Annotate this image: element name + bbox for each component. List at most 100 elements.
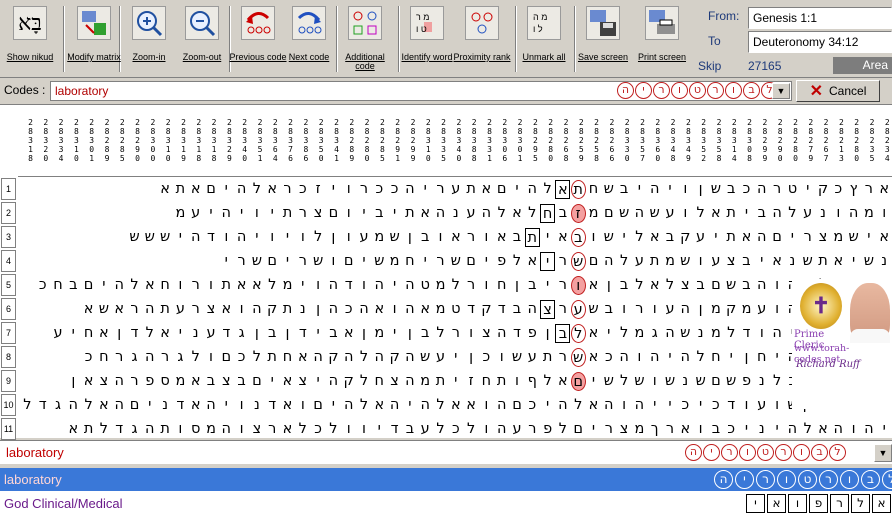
matrix-cell[interactable]: ו <box>770 300 785 319</box>
matrix-cell[interactable]: ש <box>387 228 402 247</box>
matrix-cell[interactable]: ה <box>372 276 387 295</box>
matrix-cell[interactable]: ו <box>647 300 662 319</box>
matrix-cell[interactable]: מ <box>204 420 219 439</box>
matrix-cell[interactable]: ל <box>265 276 280 295</box>
matrix-cell[interactable]: ל <box>510 252 525 271</box>
matrix-cell[interactable]: ה <box>678 300 693 319</box>
zoom-out-button[interactable]: Zoom-out <box>177 4 227 74</box>
matrix-cell[interactable]: י <box>311 372 326 391</box>
matrix-cell[interactable]: כ <box>831 180 846 199</box>
matrix-cell[interactable]: ן <box>280 324 295 343</box>
matrix-cell[interactable]: י <box>540 396 555 415</box>
matrix-cell[interactable]: ה <box>326 372 341 391</box>
matrix-cell[interactable]: מ <box>831 228 846 247</box>
matrix-cell[interactable]: ל <box>127 276 142 295</box>
matrix-cell[interactable]: א <box>280 420 295 439</box>
matrix-cell[interactable]: ם <box>510 396 525 415</box>
matrix-cell[interactable]: ל <box>632 228 647 247</box>
matrix-cell[interactable]: ע <box>693 228 708 247</box>
matrix-cell[interactable]: ל <box>464 420 479 439</box>
matrix-cell[interactable]: ע <box>754 396 769 415</box>
matrix-cell[interactable]: ב <box>617 180 632 199</box>
matrix-cell[interactable]: א <box>831 252 846 271</box>
list-item-selected[interactable]: laboratory לבורטוריה <box>0 468 892 491</box>
matrix-cell[interactable]: א <box>555 372 570 391</box>
matrix-cell[interactable]: ה <box>142 300 157 319</box>
matrix-cell[interactable]: ו <box>433 228 448 247</box>
matrix-cell[interactable]: ב <box>525 276 540 295</box>
matrix-cell[interactable]: ב <box>617 276 632 295</box>
matrix-cell[interactable]: א <box>708 204 723 223</box>
matrix-cell[interactable]: ה <box>632 204 647 223</box>
matrix-cell[interactable]: ח <box>586 180 601 199</box>
matrix-cell[interactable]: ל <box>617 372 632 391</box>
matrix-cell[interactable]: פ <box>739 372 754 391</box>
matrix-cell[interactable]: ו <box>326 252 341 271</box>
matrix-cell[interactable]: ב <box>570 228 586 247</box>
matrix-cell[interactable]: צ <box>678 276 693 295</box>
matrix-cell[interactable]: א <box>280 396 295 415</box>
matrix-cell[interactable]: ל <box>433 324 448 343</box>
matrix-cell[interactable]: ה <box>754 180 769 199</box>
matrix-cell[interactable]: ת <box>402 204 417 223</box>
matrix-cell[interactable]: מ <box>387 252 402 271</box>
matrix-cell[interactable]: ח <box>754 348 769 367</box>
matrix-cell[interactable]: ח <box>372 372 387 391</box>
zoom-in-button[interactable]: Zoom-in <box>124 4 174 74</box>
matrix-cell[interactable]: י <box>448 348 463 367</box>
matrix-cell[interactable]: ש <box>800 252 815 271</box>
matrix-cell[interactable]: ח <box>479 372 494 391</box>
matrix-cell[interactable]: י <box>280 228 295 247</box>
matrix-cell[interactable]: ה <box>234 180 249 199</box>
matrix-cell[interactable]: י <box>372 420 387 439</box>
matrix-cell[interactable]: ב <box>204 372 219 391</box>
matrix-cell[interactable]: ש <box>846 228 861 247</box>
matrix-cell[interactable]: ו <box>234 396 249 415</box>
matrix-cell[interactable]: ו <box>295 396 310 415</box>
matrix-cell[interactable]: נ <box>249 396 264 415</box>
matrix-cell[interactable]: צ <box>479 324 494 343</box>
matrix-cell[interactable]: נ <box>188 324 203 343</box>
matrix-cell[interactable]: א <box>418 300 433 319</box>
matrix-cell[interactable]: ן <box>402 228 417 247</box>
matrix-cell[interactable]: ד <box>265 396 280 415</box>
matrix-cell[interactable]: י <box>739 204 754 223</box>
matrix-cell[interactable]: ד <box>219 324 234 343</box>
matrix-cell[interactable]: י <box>219 396 234 415</box>
matrix-cell[interactable]: י <box>173 324 188 343</box>
matrix-cell[interactable]: ה <box>601 396 616 415</box>
matrix-cell[interactable]: ו <box>357 420 372 439</box>
matrix-cell[interactable]: ר <box>357 180 372 199</box>
matrix-cell[interactable]: ו <box>234 300 249 319</box>
matrix-cell[interactable]: צ <box>96 372 111 391</box>
matrix-cell[interactable]: ו <box>693 252 708 271</box>
matrix-cell[interactable]: ן <box>464 348 479 367</box>
matrix-cell[interactable]: ל <box>800 420 815 439</box>
matrix-cell[interactable]: ע <box>173 300 188 319</box>
matrix-cell[interactable]: ר <box>127 372 142 391</box>
matrix-cell[interactable]: פ <box>525 324 540 343</box>
matrix-cell[interactable]: ש <box>601 180 616 199</box>
matrix-cell[interactable]: ש <box>663 372 678 391</box>
matrix-cell[interactable]: י <box>142 396 157 415</box>
matrix-cell[interactable]: ם <box>249 372 264 391</box>
matrix-cell[interactable]: י <box>295 276 310 295</box>
matrix-cell[interactable]: ו <box>219 228 234 247</box>
matrix-cell[interactable]: ו <box>479 228 494 247</box>
matrix-cell[interactable]: ם <box>708 276 723 295</box>
matrix-cell[interactable]: ק <box>387 348 402 367</box>
matrix-cell[interactable]: כ <box>234 348 249 367</box>
matrix-cell[interactable]: ה <box>647 348 662 367</box>
matrix-cell[interactable]: ו <box>249 204 264 223</box>
matrix-cell[interactable]: ה <box>234 228 249 247</box>
matrix-cell[interactable]: ש <box>448 252 463 271</box>
matrix-cell[interactable]: ו <box>647 372 662 391</box>
matrix-cell[interactable]: ת <box>280 300 295 319</box>
matrix-cell[interactable]: נ <box>448 204 463 223</box>
matrix-cell[interactable]: ש <box>724 372 739 391</box>
matrix-cell[interactable]: צ <box>540 300 556 319</box>
matrix-cell[interactable]: ל <box>570 324 586 343</box>
from-field[interactable]: Genesis 1:1 <box>748 7 892 29</box>
matrix-cell[interactable]: ק <box>724 300 739 319</box>
matrix-cell[interactable]: ק <box>816 180 831 199</box>
